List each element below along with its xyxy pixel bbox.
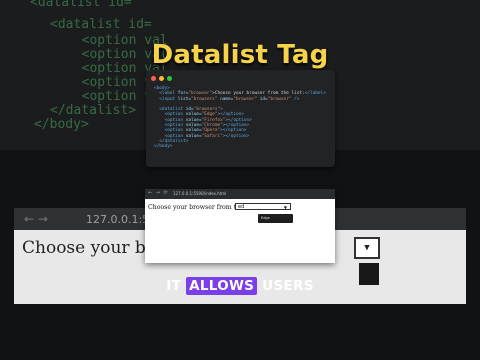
address-bar[interactable]: 127.0.0.1:5500/index.html xyxy=(173,191,226,196)
minimize-dot-icon xyxy=(159,76,164,81)
caption-after: USERS xyxy=(257,278,314,294)
code-token: value= xyxy=(185,112,202,118)
browser-window: ← → ⟳ 127.0.0.1:5500/index.html Choose y… xyxy=(145,189,335,263)
code-window: <body> <label for="browser">Choose your … xyxy=(146,70,335,167)
code-token: "browser" xyxy=(233,96,260,102)
code-token: </label> xyxy=(304,91,326,97)
subtitle-caption: IT ALLOWS USERS xyxy=(0,277,480,295)
bg-code-line: <datalist id= xyxy=(30,0,132,10)
input-value: ed xyxy=(238,204,245,210)
caption-highlight: ALLOWS xyxy=(186,277,258,295)
datalist-dropdown: Edge xyxy=(258,214,293,223)
code-token: for= xyxy=(177,91,189,97)
code-token: <label xyxy=(154,91,178,97)
browser-toolbar: ← → ⟳ 127.0.0.1:5500/index.html xyxy=(145,189,335,199)
bg-select-caret-icon: ▼ xyxy=(354,237,380,259)
bg-code-line: </body> xyxy=(34,117,89,132)
code-token: value= xyxy=(185,133,202,139)
code-token: list= xyxy=(177,96,192,102)
dropdown-caret-icon[interactable]: ▼ xyxy=(284,204,287,211)
code-token: >Choose your browser from the list: xyxy=(212,91,305,97)
code-token: <option xyxy=(154,112,186,118)
code-token: <option xyxy=(154,128,186,134)
bg-nav-icons: ← → xyxy=(24,212,48,226)
code-token: id= xyxy=(259,96,268,102)
caption-before: IT xyxy=(166,278,187,294)
code-token: ></option> xyxy=(222,133,250,139)
code-token: <option xyxy=(154,133,186,139)
code-token: ></option> xyxy=(217,112,244,118)
video-title: Datalist Tag xyxy=(151,40,329,70)
maximize-dot-icon xyxy=(167,76,172,81)
code-line: </body> xyxy=(154,144,326,149)
code-token: name= xyxy=(220,96,234,102)
code-block: <body> <label for="browser">Choose your … xyxy=(154,86,326,150)
code-token: "browser" xyxy=(188,91,213,97)
code-token: ></option> xyxy=(220,128,247,134)
code-token: "browsers" xyxy=(191,96,221,102)
code-token: value= xyxy=(185,128,202,134)
code-token: <input xyxy=(154,96,178,102)
browser-datalist-input[interactable]: ed ▼ xyxy=(235,203,291,210)
bg-code-line: <datalist id= xyxy=(50,17,152,32)
code-token: </body> xyxy=(154,144,173,150)
window-controls xyxy=(151,76,172,81)
code-token: "Edge" xyxy=(201,112,218,118)
code-token: "Opera" xyxy=(201,128,221,134)
code-token: "browser" xyxy=(267,96,292,102)
nav-buttons-icon[interactable]: ← → ⟳ xyxy=(148,190,169,196)
datalist-option-edge[interactable]: Edge xyxy=(261,216,270,220)
code-token: "Safari" xyxy=(201,133,223,139)
code-token: /> xyxy=(291,96,300,102)
close-dot-icon xyxy=(151,76,156,81)
bg-code-line: </datalist> xyxy=(50,103,137,118)
